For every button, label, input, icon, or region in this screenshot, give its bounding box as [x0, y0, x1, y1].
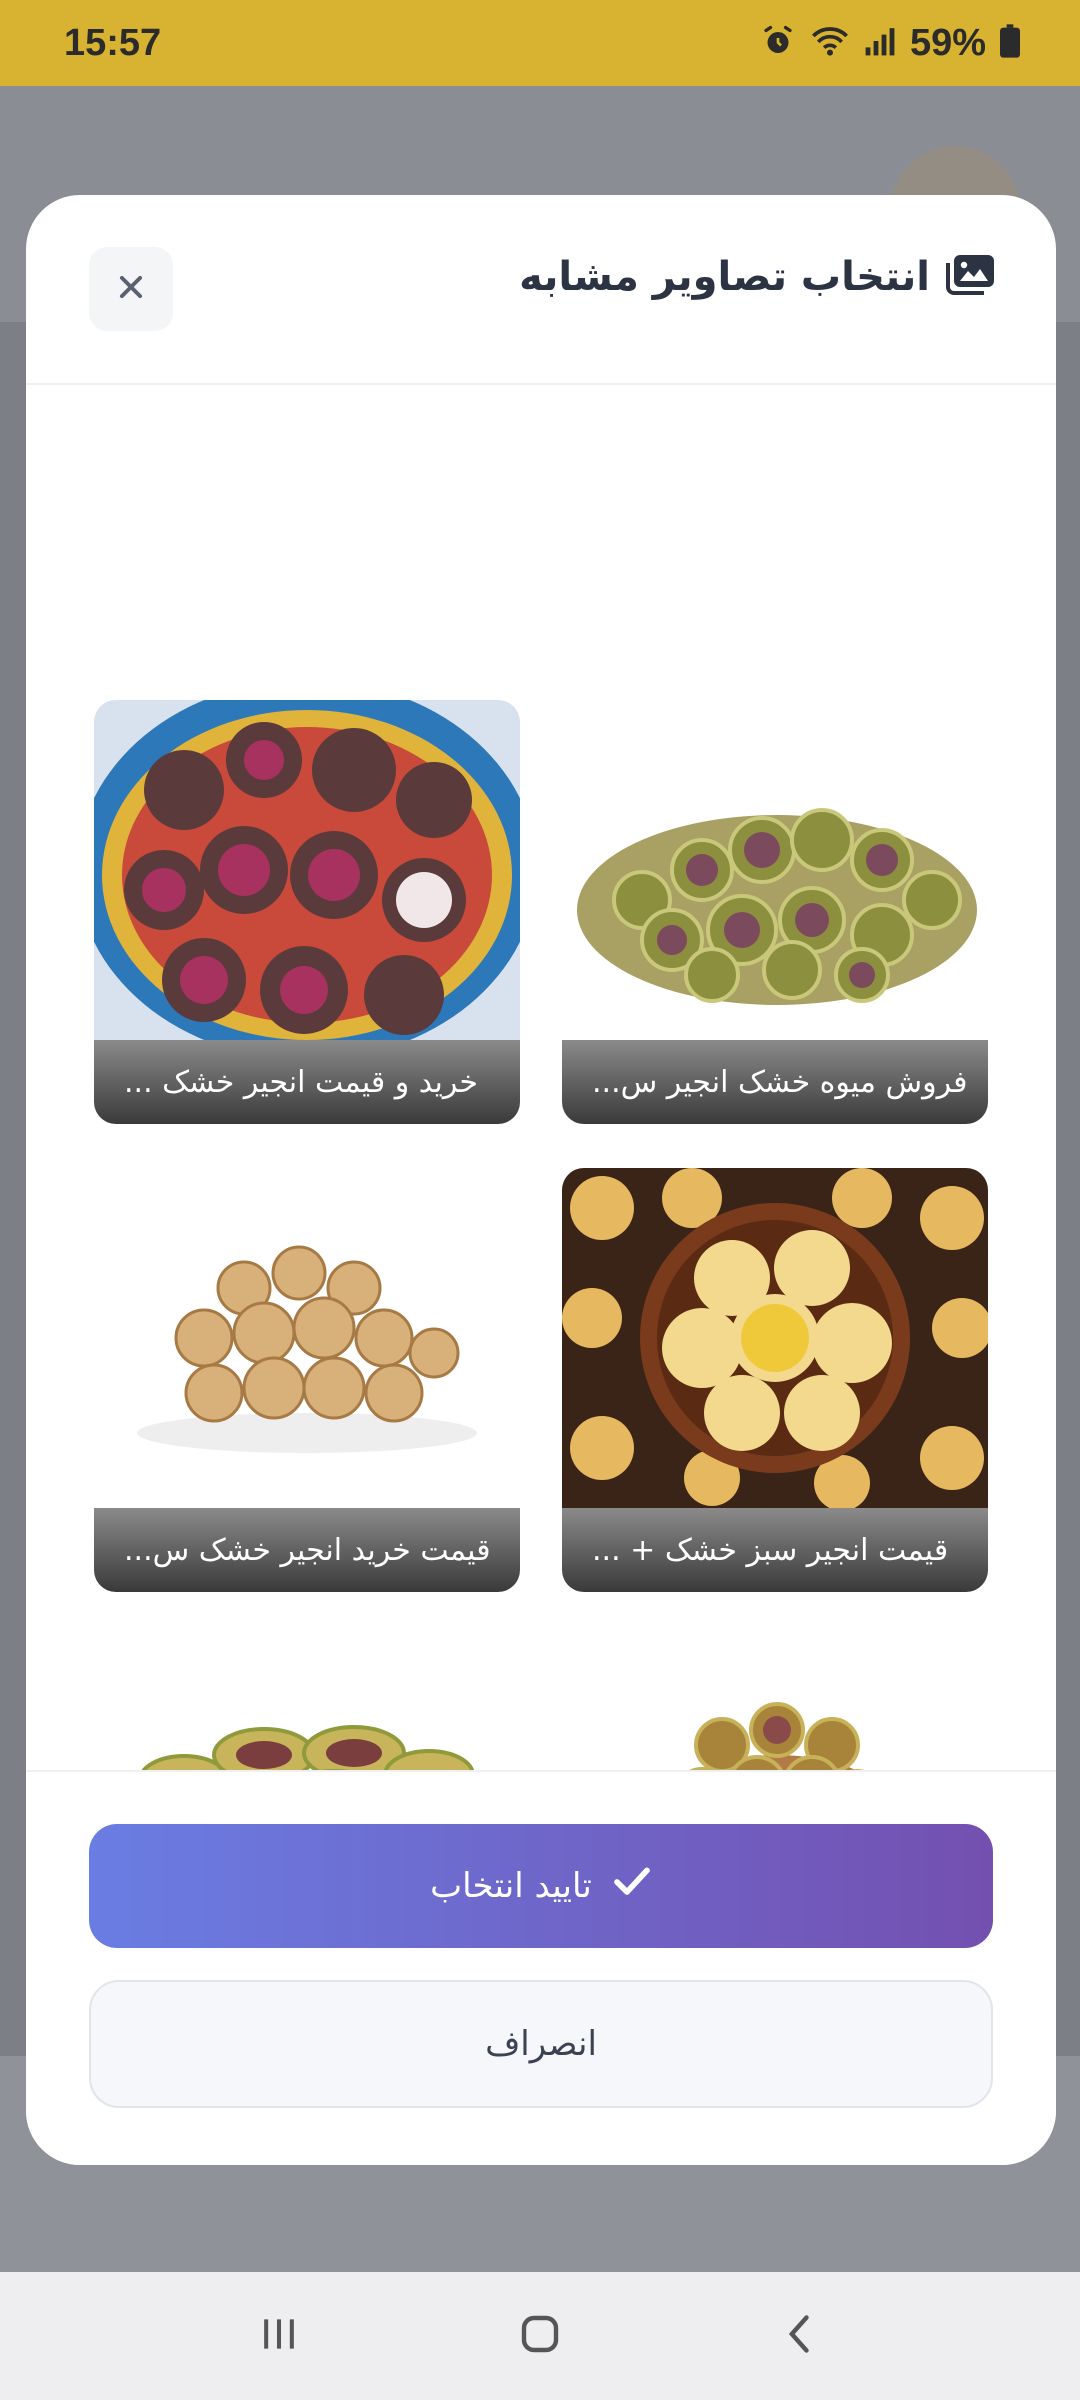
image-caption: قیمت انجیر سبز خشک + ... — [562, 1508, 988, 1592]
battery-icon — [1000, 24, 1020, 62]
images-icon — [944, 253, 996, 301]
back-button[interactable] — [779, 2312, 823, 2360]
system-nav-bar — [0, 2272, 1080, 2400]
dialog-footer: تایید انتخاب انصراف — [26, 1770, 1056, 2165]
image-card[interactable]: فروش میوه خشک انجیر س... — [562, 700, 988, 1124]
recent-apps-button[interactable] — [257, 2312, 301, 2360]
wifi-icon — [810, 23, 850, 63]
fig-image — [562, 700, 988, 1040]
close-icon — [118, 274, 144, 304]
similar-images-dialog: انتخاب تصاویر مشابه فروش میوه خشک انجیر … — [26, 195, 1056, 2165]
dialog-title: انتخاب تصاویر مشابه — [519, 254, 930, 300]
image-grid: فروش میوه خشک انجیر س... خرید و قیمت انج… — [26, 385, 1056, 1970]
alarm-icon — [760, 23, 796, 63]
image-card[interactable]: خرید و قیمت انجیر خشک ... — [94, 700, 520, 1124]
dialog-title-wrap: انتخاب تصاویر مشابه — [519, 253, 996, 301]
check-icon — [612, 1865, 652, 1908]
status-time: 15:57 — [64, 21, 162, 64]
image-caption: فروش میوه خشک انجیر س... — [562, 1040, 988, 1124]
image-caption: خرید و قیمت انجیر خشک ... — [94, 1040, 520, 1124]
status-bar: 15:57 59% — [0, 0, 1080, 86]
cancel-button[interactable]: انصراف — [89, 1980, 993, 2108]
dialog-header: انتخاب تصاویر مشابه — [26, 195, 1056, 385]
image-card[interactable]: قیمت انجیر سبز خشک + ... — [562, 1168, 988, 1592]
fig-image — [562, 1168, 988, 1511]
status-icons: 59% — [760, 22, 1020, 65]
battery-percent: 59% — [909, 21, 986, 64]
signal-icon — [864, 25, 896, 61]
cancel-label: انصراف — [485, 2024, 597, 2064]
fig-image — [94, 1168, 520, 1508]
confirm-selection-button[interactable]: تایید انتخاب — [89, 1824, 993, 1948]
home-button[interactable] — [516, 2310, 564, 2362]
close-button[interactable] — [89, 247, 173, 331]
image-caption: قیمت خرید انجیر خشک س... — [94, 1508, 520, 1592]
confirm-label: تایید انتخاب — [430, 1866, 592, 1906]
image-card[interactable]: قیمت خرید انجیر خشک س... — [94, 1168, 520, 1592]
fig-image — [94, 700, 520, 1060]
